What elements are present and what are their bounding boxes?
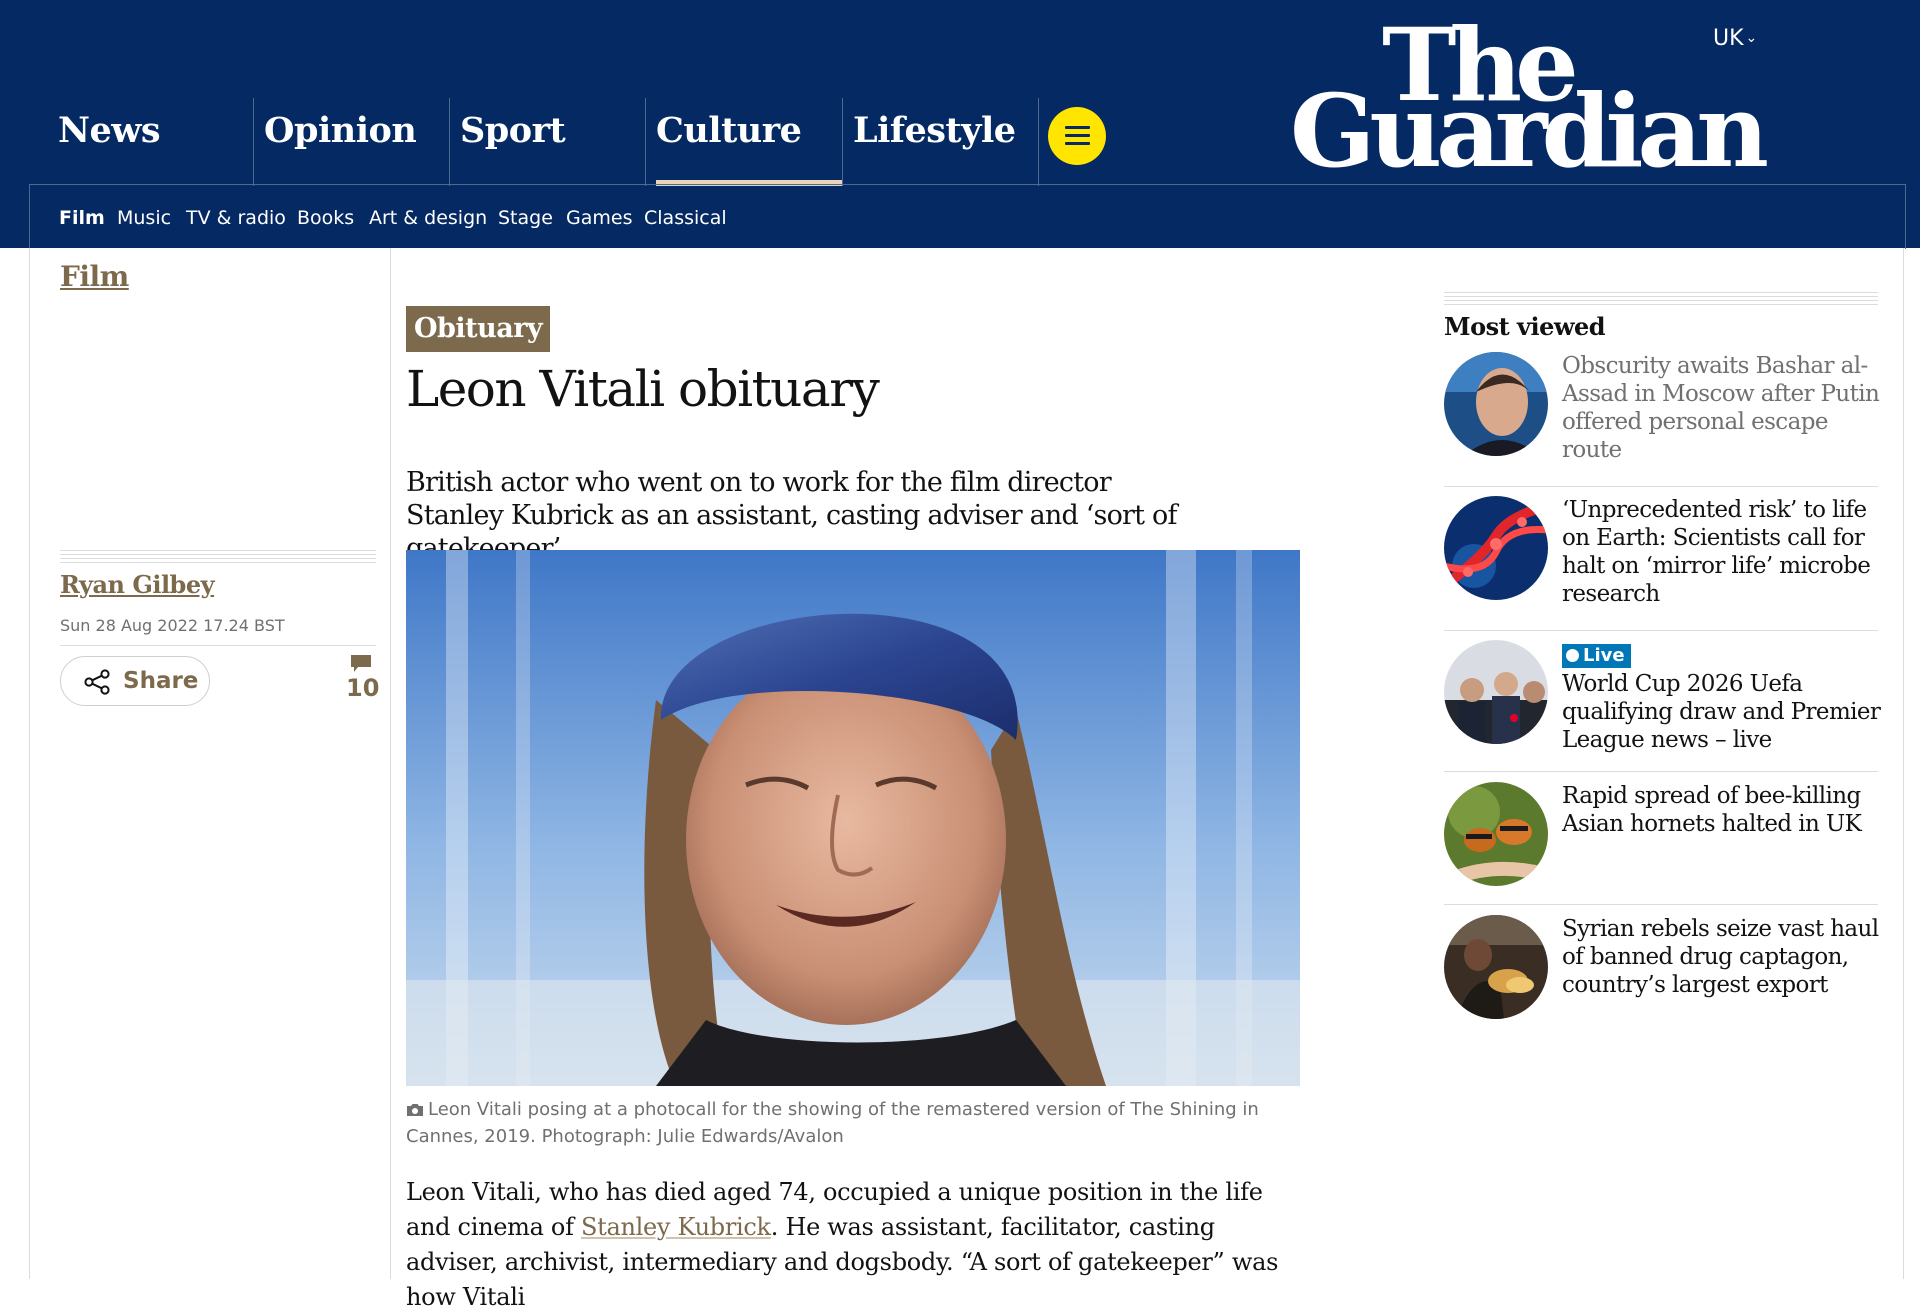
pillar-lifestyle-link[interactable]: Lifestyle <box>853 110 1016 151</box>
pillar-culture-link[interactable]: Culture <box>656 110 802 151</box>
pillar-culture[interactable]: Culture <box>645 98 843 186</box>
meta-divider <box>60 645 376 646</box>
thumbnail-image <box>1444 496 1548 600</box>
most-viewed-headline: Live World Cup 2026 Uefa qualifying draw… <box>1562 640 1882 754</box>
subnav-tv-radio[interactable]: TV & radio <box>186 207 286 229</box>
most-viewed-divider <box>1444 771 1878 772</box>
subnav-art-design[interactable]: Art & design <box>369 207 487 229</box>
page-frame-left <box>29 248 30 1279</box>
menu-button[interactable] <box>1048 107 1106 165</box>
section-label[interactable]: Film <box>60 260 129 293</box>
hamburger-icon-bar <box>1065 142 1090 145</box>
logo-line-2: Guardian <box>1290 72 1769 190</box>
most-viewed-item[interactable]: ‘Unprecedented risk’ to life on Earth: S… <box>1444 496 1878 608</box>
most-viewed-headline-text: World Cup 2026 Uefa qualifying draw and … <box>1562 671 1881 753</box>
hamburger-icon <box>1065 126 1090 129</box>
stanley-kubrick-link[interactable]: Stanley Kubrick <box>581 1213 771 1241</box>
pillar-news[interactable]: News <box>48 98 253 186</box>
sub-navigation: Film Music TV & radio Books Art & design… <box>29 184 1906 249</box>
pillar-divider <box>1038 98 1040 186</box>
most-viewed-item[interactable]: Rapid spread of bee-killing Asian hornet… <box>1444 782 1878 894</box>
live-dot-icon <box>1566 649 1579 662</box>
subnav-stage[interactable]: Stage <box>498 207 553 229</box>
most-viewed-title: Most viewed <box>1444 312 1606 341</box>
pillar-news-link[interactable]: News <box>58 110 161 151</box>
article-headline: Leon Vitali obituary <box>406 360 880 418</box>
author-byline[interactable]: Ryan Gilbey <box>60 570 215 599</box>
camera-icon <box>407 1104 423 1116</box>
pillar-opinion[interactable]: Opinion <box>253 98 450 186</box>
most-viewed-divider <box>1444 486 1878 487</box>
pillar-lifestyle[interactable]: Lifestyle <box>842 98 1039 186</box>
most-viewed-rules <box>1444 292 1878 308</box>
comment-icon <box>351 655 371 672</box>
most-viewed-item[interactable]: Live World Cup 2026 Uefa qualifying draw… <box>1444 640 1881 753</box>
masthead: News Opinion Sport Culture Lifestyle UK ⌄… <box>0 0 1920 249</box>
comments-link[interactable]: 10 <box>344 652 380 708</box>
most-viewed-item[interactable]: Syrian rebels seize vast haul of banned … <box>1444 915 1879 1027</box>
share-icon <box>84 669 110 695</box>
most-viewed-headline: ‘Unprecedented risk’ to life on Earth: S… <box>1562 497 1871 607</box>
share-label: Share <box>123 668 199 694</box>
comment-count: 10 <box>346 674 380 702</box>
live-badge: Live <box>1562 644 1631 668</box>
most-viewed-item[interactable]: Obscurity awaits Bashar al-Assad in Mosc… <box>1444 352 1880 464</box>
thumbnail-image <box>1444 640 1548 744</box>
most-viewed-divider <box>1444 904 1878 905</box>
subnav-classical[interactable]: Classical <box>644 207 727 229</box>
subnav-books[interactable]: Books <box>297 207 354 229</box>
live-badge-label: Live <box>1583 645 1625 666</box>
most-viewed-headline: Syrian rebels seize vast haul of banned … <box>1562 916 1879 998</box>
most-viewed-headline: Obscurity awaits Bashar al-Assad in Mosc… <box>1562 353 1880 463</box>
hamburger-icon-bar <box>1065 134 1090 137</box>
most-viewed-divider <box>1444 630 1878 631</box>
page-frame-right <box>1903 248 1904 1279</box>
subnav-film[interactable]: Film <box>59 207 105 229</box>
caption-text: Leon Vitali posing at a photocall for th… <box>406 1099 1259 1147</box>
subnav-music[interactable]: Music <box>117 207 171 229</box>
pillar-sport[interactable]: Sport <box>449 98 646 186</box>
thumbnail-image <box>1444 915 1548 1019</box>
thumbnail-image <box>1444 782 1548 886</box>
main-photo[interactable] <box>406 550 1300 1086</box>
left-column-divider <box>390 248 391 1279</box>
most-viewed-headline: Rapid spread of bee-killing Asian hornet… <box>1562 783 1862 837</box>
subnav-games[interactable]: Games <box>566 207 632 229</box>
pillar-sport-link[interactable]: Sport <box>460 110 566 151</box>
pillar-opinion-link[interactable]: Opinion <box>264 110 417 151</box>
publish-date: Sun 28 Aug 2022 17.24 BST <box>60 616 285 635</box>
share-button[interactable]: Share <box>60 656 210 706</box>
thumbnail-image <box>1444 352 1548 456</box>
guardian-logo[interactable]: The Guardian <box>1290 10 1769 186</box>
article-kicker: Obituary <box>406 306 551 352</box>
photo-caption: Leon Vitali posing at a photocall for th… <box>406 1096 1300 1150</box>
meta-divider-rules <box>60 550 376 566</box>
article-body: Leon Vitali, who has died aged 74, occup… <box>406 1175 1306 1315</box>
portrait-photo-illustration <box>406 550 1300 1086</box>
